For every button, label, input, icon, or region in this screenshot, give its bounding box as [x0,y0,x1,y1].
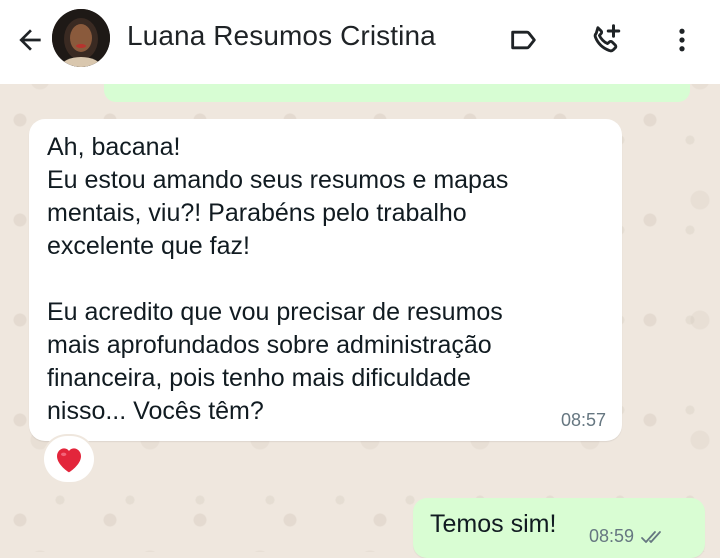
heart-emoji-icon [57,448,81,473]
message-line: excelente que faz! [47,232,250,260]
reaction-badge[interactable] [44,436,94,482]
contact-name[interactable]: Luana Resumos Cristina [127,20,436,52]
outgoing-message-text: Temos sim! [430,510,557,538]
double-check-icon [641,530,661,543]
avatar-image [52,9,110,67]
message-line: Eu estou amando seus resumos e mapas [47,166,509,194]
outgoing-message-bubble[interactable]: Temos sim! 08:59 [413,498,705,558]
message-line: nisso... Vocês têm? [47,397,264,425]
message-line: Ah, bacana! [47,133,181,161]
add-call-icon [593,24,621,53]
incoming-message-bubble[interactable]: Ah, bacana! Eu estou amando seus resumos… [29,119,622,441]
add-call-button[interactable] [584,18,628,62]
outgoing-meta: 08:59 [589,526,668,547]
message-line: financeira, pois tenho mais dificuldade [47,364,471,392]
outgoing-timestamp: 08:59 [589,526,635,546]
back-button[interactable] [10,20,50,60]
back-arrow-icon [19,29,41,51]
label-icon [511,30,536,50]
more-options-button[interactable] [660,18,704,62]
message-line: mentais, viu?! Parabéns pelo trabalho [47,199,467,227]
avatar[interactable] [52,9,110,67]
message-line: Eu acredito que vou precisar de resumos [47,298,503,326]
incoming-message-text: Ah, bacana! Eu estou amando seus resumos… [47,131,607,428]
chat-header: Luana Resumos Cristina [0,0,720,84]
label-button[interactable] [502,18,546,62]
message-line: mais aprofundados sobre administração [47,331,492,359]
incoming-timestamp: 08:57 [560,410,606,430]
more-vert-icon [679,28,685,52]
